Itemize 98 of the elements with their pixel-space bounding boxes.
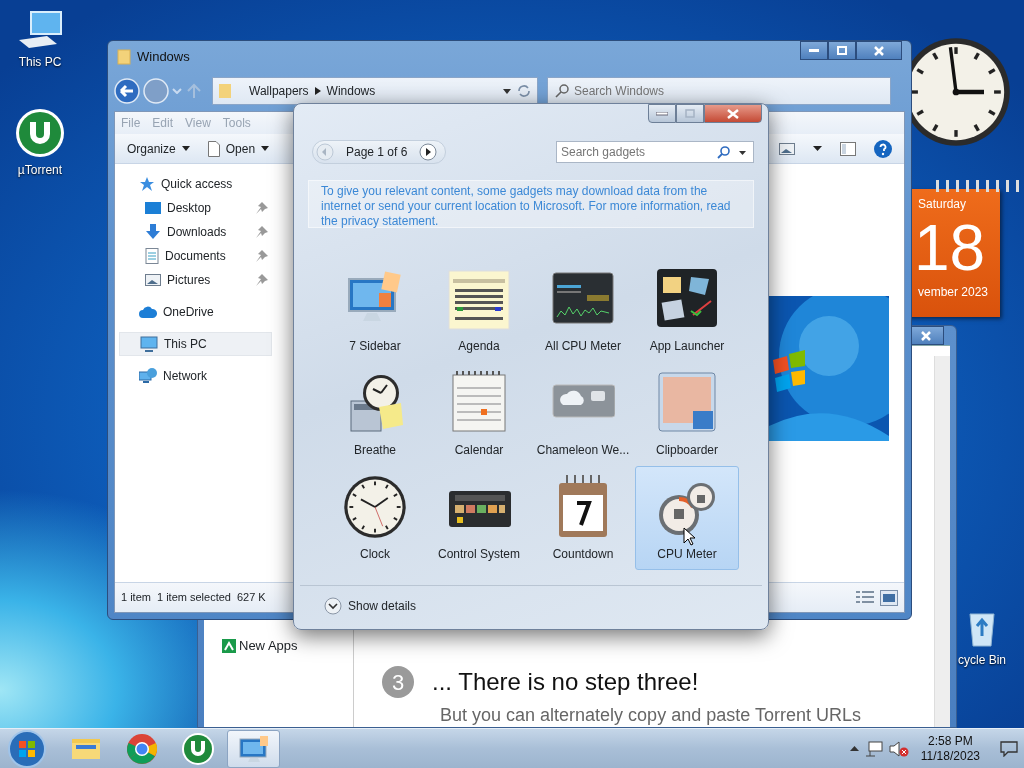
torrent-icon: [15, 108, 65, 158]
step-description: But you can alternately copy and paste Torrent URLs: [440, 704, 862, 727]
apps-icon: [222, 638, 236, 653]
taskbar-button[interactable]: [227, 729, 280, 768]
status-text: 627 K: [236, 590, 266, 606]
nav-item[interactable]: Quick access: [119, 172, 272, 196]
computer-icon: [17, 10, 63, 50]
pictures-icon: [145, 273, 161, 287]
weekday-label: Saturday: [917, 196, 968, 213]
preview-pane-icon[interactable]: [840, 141, 856, 156]
close-icon: [874, 45, 884, 56]
page-indicator: Page 1 of 6: [346, 144, 408, 161]
calendar-icon: [447, 267, 511, 331]
gadget-tile[interactable]: Agenda: [427, 258, 531, 362]
nav-item[interactable]: Downloads: [119, 220, 272, 244]
notice-text: To give you relevant content, some gadgets may download data from the internet or send your current location to Microsoft. For more information, read the privacy statement.: [308, 180, 754, 228]
cloud-icon: [139, 306, 157, 318]
dropdown-caret-icon[interactable]: [503, 88, 511, 94]
caret-icon: [261, 146, 270, 151]
close-button[interactable]: [704, 104, 762, 123]
details-view-icon[interactable]: [856, 589, 874, 604]
caret-icon[interactable]: [739, 151, 746, 155]
maximize-button[interactable]: [828, 41, 856, 60]
sidebar-link[interactable]: New Apps: [239, 636, 298, 656]
computer-icon: [140, 336, 158, 352]
desktop-icon-label[interactable]: cycle Bin: [958, 651, 1006, 669]
view-icon[interactable]: [779, 142, 795, 155]
folder-icon: [219, 83, 231, 99]
day-number: 18: [913, 213, 987, 283]
mouse-cursor-icon: [683, 527, 695, 546]
search-icon: [717, 146, 730, 159]
nav-item[interactable]: Pictures: [119, 268, 272, 292]
gadget-tile[interactable]: App Launcher: [635, 258, 739, 362]
photo-frame-icon: [655, 371, 719, 435]
nav-item[interactable]: This PC: [119, 332, 272, 356]
notification-icon[interactable]: [1000, 740, 1018, 757]
minimize-icon: [809, 48, 819, 53]
caret-icon[interactable]: [813, 146, 822, 151]
volume-muted-icon[interactable]: [888, 740, 909, 757]
desktop-icon: [145, 201, 161, 215]
network-icon[interactable]: [864, 740, 883, 757]
month-year-label: vember 2023: [917, 284, 990, 301]
desktop-icon-label[interactable]: This PC: [18, 53, 62, 71]
step-heading: ... There is no step three!: [432, 667, 699, 697]
breadcrumb-link[interactable]: Windows: [326, 82, 376, 100]
gadget-tile[interactable]: Countdown: [531, 466, 635, 570]
refresh-icon[interactable]: [517, 85, 531, 97]
close-icon: [727, 108, 739, 119]
help-icon[interactable]: [874, 139, 892, 158]
caret-icon: [181, 146, 190, 151]
nav-item[interactable]: Desktop: [119, 196, 272, 220]
document-icon: [207, 140, 220, 157]
minimize-icon: [656, 111, 668, 116]
toolbar-button[interactable]: Organize: [127, 139, 190, 158]
download-icon: [145, 224, 161, 240]
chevron-up-icon[interactable]: [849, 746, 859, 751]
toolbar-button[interactable]: Open: [207, 139, 270, 158]
gadget-tile[interactable]: Clipboarder: [635, 362, 739, 466]
large-icons-view-icon[interactable]: [880, 589, 898, 606]
nav-item[interactable]: OneDrive: [119, 300, 272, 324]
show-details-button[interactable]: Show details: [324, 596, 417, 615]
next-page-button[interactable]: [419, 143, 438, 161]
chevron-down-icon: [324, 596, 342, 615]
gadget-tile[interactable]: Breathe: [323, 362, 427, 466]
window-title: Windows: [137, 48, 190, 66]
gadget-tile[interactable]: CPU Meter: [635, 466, 739, 570]
gadget-tile[interactable]: Control System: [427, 466, 531, 570]
clock-icon: [343, 475, 407, 539]
nav-item[interactable]: Network: [119, 364, 272, 388]
chevron-icon: [314, 87, 321, 95]
star-icon: [139, 176, 155, 192]
gadget-tile[interactable]: Chameleon We...: [531, 362, 635, 466]
close-button[interactable]: [856, 41, 902, 60]
status-text: 1 item: [121, 590, 151, 606]
gadget-tile[interactable]: 7 Sidebar: [323, 258, 427, 362]
folder-icon: [117, 48, 131, 65]
step-number: 3: [382, 666, 414, 698]
torrent-icon: [179, 730, 216, 767]
breadcrumb-link[interactable]: Wallpapers: [249, 82, 309, 100]
desktop-icon-label[interactable]: µTorrent: [17, 161, 63, 179]
nav-item[interactable]: Documents: [119, 244, 272, 268]
clock-button[interactable]: 2:58 PM 11/18/2023: [920, 733, 980, 764]
start-button[interactable]: [7, 728, 47, 768]
back-button[interactable]: [114, 78, 140, 104]
maximize-icon: [685, 109, 695, 118]
network-icon: [139, 368, 157, 384]
status-text: 1 item selected: [156, 590, 231, 606]
address-bar[interactable]: Wallpapers Windows: [212, 77, 538, 105]
document-icon: [145, 248, 159, 264]
close-icon: [921, 330, 931, 341]
search-field[interactable]: Search Windows: [547, 77, 891, 105]
gadget-tile[interactable]: All CPU Meter: [531, 258, 635, 362]
gadget-tile[interactable]: Clock: [323, 466, 427, 570]
search-field[interactable]: Search gadgets: [556, 141, 754, 163]
minimize-button[interactable]: [800, 41, 828, 60]
maximize-icon: [837, 46, 847, 55]
gadget-tile[interactable]: Calendar: [427, 362, 531, 466]
search-icon: [555, 84, 569, 98]
